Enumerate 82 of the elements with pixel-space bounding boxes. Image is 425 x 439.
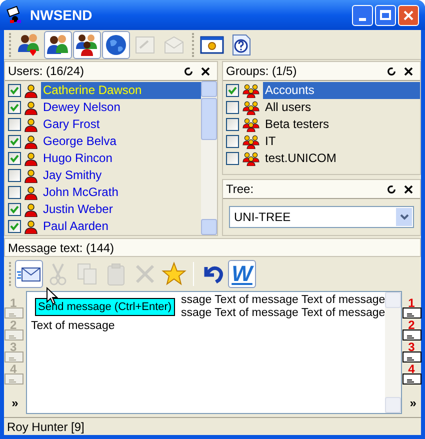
person-icon [24,152,38,166]
list-item[interactable]: Jay Smithy [41,167,201,184]
word-button[interactable]: W [228,260,256,288]
close-icon [403,10,414,20]
tree-dropdown[interactable]: UNI-TREE [229,206,414,228]
message-text-line: ssage Text of message Text of message [181,294,386,307]
close-button[interactable] [398,4,419,26]
message-text-line: Text of message [31,320,115,333]
panel-title: Groups: (1/5) [226,63,297,80]
star-button[interactable] [160,260,188,288]
checkbox[interactable] [8,203,21,216]
maximize-button[interactable] [375,4,396,26]
person-icon [24,168,38,182]
send-button[interactable] [15,260,43,288]
users-pair-button[interactable] [44,30,72,58]
close-icon[interactable] [201,66,210,76]
list-item[interactable]: George Belva [41,133,201,150]
refresh-icon[interactable] [387,66,396,76]
people-group-icon [74,32,100,58]
checkbox[interactable] [8,101,21,114]
person-icon [24,186,38,200]
status-text: Roy Hunter [9] [7,418,84,436]
person-icon [24,100,38,114]
list-item[interactable]: Hugo Rincon [41,150,201,167]
star-icon [161,261,187,287]
more-button[interactable]: » [410,397,416,409]
minimize-button[interactable] [352,4,373,26]
refresh-icon[interactable] [387,184,396,194]
close-icon[interactable] [404,66,413,76]
list-item[interactable]: Beta testers [263,116,420,133]
group-icon [242,134,260,148]
numbered-mail-button[interactable]: 2 [402,321,424,341]
users-three-button[interactable] [73,30,101,58]
list-item[interactable]: IT [263,133,420,150]
checkbox[interactable] [8,169,21,182]
list-item[interactable]: Gary Frost [41,116,201,133]
list-item[interactable]: John McGrath [41,184,201,201]
window-title: NWSEND [30,6,94,24]
group-icon [242,100,260,114]
panel-title: Tree: [226,181,254,198]
numbered-mail-button[interactable]: 1 [402,299,424,319]
checkbox[interactable] [8,84,21,97]
person-icon [24,118,38,132]
app-icon [6,6,24,24]
checkbox[interactable] [226,118,239,131]
person-icon [24,134,38,148]
tooltip: Send message (Ctrl+Enter) [35,298,175,316]
people-heart-icon [16,32,42,58]
numbered-mail-button[interactable]: 3 [402,343,424,363]
list-item[interactable]: Accounts [263,82,420,99]
list-item[interactable]: Dewey Nelson [41,99,201,116]
checkbox[interactable] [8,135,21,148]
checkbox[interactable] [8,220,21,233]
person-icon [24,220,38,234]
scrollbar[interactable] [201,81,217,235]
checkbox[interactable] [226,101,239,114]
globe-button[interactable] [102,30,130,58]
list-item[interactable]: Justin Weber [41,201,201,218]
checkbox[interactable] [226,152,239,165]
message-label: Message text: (144) [8,240,114,256]
checkbox[interactable] [226,135,239,148]
list-item[interactable]: Catherine Dawson [41,82,201,99]
list-item[interactable]: All users [263,99,420,116]
refresh-icon[interactable] [184,66,193,76]
person-icon [24,84,38,98]
checkbox[interactable] [8,186,21,199]
group-icon [242,84,260,98]
person-icon [24,202,38,216]
checkbox[interactable] [8,118,21,131]
list-item[interactable]: Paul Aarden [41,218,201,235]
group-icon [242,118,260,132]
more-button[interactable]: » [12,397,18,409]
scrollbar[interactable] [385,292,402,413]
checkbox[interactable] [226,84,239,97]
panel-title: Users: (16/24) [8,63,84,80]
checkbox[interactable] [8,152,21,165]
group-icon [242,152,260,166]
list-item[interactable]: test.UNICOM [263,150,420,167]
chevron-down-icon [400,214,408,220]
message-text-line: ssage Text of message Text of message [181,307,386,320]
numbered-mail-button[interactable]: 4 [402,365,424,385]
close-icon[interactable] [404,184,413,194]
